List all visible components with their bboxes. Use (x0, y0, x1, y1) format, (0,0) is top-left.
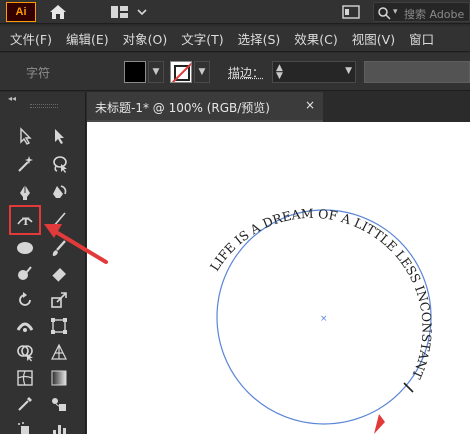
app-bar: Ai ▾ 搜索 Adobe (0, 0, 470, 24)
rotate-tool[interactable] (12, 288, 38, 312)
menu-file[interactable]: 文件(F) (10, 29, 52, 48)
pen-tool[interactable] (12, 180, 38, 204)
close-icon[interactable]: × (305, 98, 315, 112)
chevron-down-icon: ▼ (199, 67, 206, 77)
menu-select[interactable]: 选择(S) (238, 29, 281, 48)
magic-wand-tool[interactable] (12, 152, 38, 176)
rotate-icon (15, 290, 35, 310)
stepper-icon[interactable]: ▲ ▼ (276, 64, 283, 80)
chevron-down-icon[interactable]: ▼ (345, 66, 352, 76)
mesh-icon (15, 368, 35, 388)
eyedropper-icon (15, 394, 35, 414)
width-icon (15, 316, 35, 336)
arrow-outline-icon (15, 126, 35, 146)
lasso-icon (49, 154, 69, 174)
document-title: 未标题-1* @ 100% (RGB/预览) (95, 99, 270, 116)
column-graph-icon (49, 420, 69, 434)
free-transform-tool[interactable] (46, 314, 72, 338)
document-tab-bar: 未标题-1* @ 100% (RGB/预览) × (87, 92, 470, 122)
eraser-tool[interactable] (46, 262, 72, 286)
workspace-layout-button[interactable] (108, 2, 152, 22)
panel-grip[interactable] (30, 104, 58, 108)
pen-icon (15, 182, 35, 202)
symbol-sprayer-icon (15, 420, 35, 434)
artwork: LIFE IS A DREAM OF A LITTLE LESS INCONST… (87, 122, 470, 434)
symbol-sprayer-tool[interactable] (12, 418, 38, 434)
home-icon[interactable] (46, 2, 70, 22)
blend-tool[interactable] (46, 392, 72, 416)
menu-view[interactable]: 视图(V) (352, 29, 395, 48)
fill-color-swatch[interactable] (124, 61, 146, 83)
ellipse-tool[interactable] (12, 236, 38, 260)
path-text[interactable]: LIFE IS A DREAM OF A LITTLE LESS INCONST… (207, 206, 435, 382)
chevron-down-icon: ▾ (393, 7, 398, 17)
blend-icon (49, 394, 69, 414)
svg-text:T: T (22, 217, 30, 228)
eyedropper-tool[interactable] (12, 392, 38, 416)
collapse-panel-icon[interactable]: ◂◂ (8, 94, 16, 103)
menu-edit[interactable]: 编辑(E) (66, 29, 109, 48)
shaper-tool[interactable] (12, 262, 38, 286)
shaper-icon (15, 264, 35, 284)
free-transform-icon (49, 316, 69, 336)
menu-type[interactable]: 文字(T) (181, 29, 223, 48)
perspective-grid-icon (49, 342, 69, 362)
scale-icon (49, 290, 69, 310)
stroke-weight-field[interactable]: ▲ ▼ ▼ (272, 61, 356, 83)
selection-tool[interactable] (12, 124, 38, 148)
shape-builder-tool[interactable] (12, 340, 38, 364)
stroke-color-swatch[interactable] (170, 61, 192, 83)
direct-selection-tool[interactable] (46, 124, 72, 148)
search-placeholder: 搜索 Adobe (404, 6, 464, 22)
stroke-label[interactable]: 描边： (228, 64, 264, 81)
ai-logo[interactable]: Ai (6, 2, 36, 22)
menu-object[interactable]: 对象(O) (123, 29, 168, 48)
search-icon (377, 5, 391, 19)
tools-panel: ◂◂ T (0, 92, 86, 434)
paintbrush-tool[interactable] (46, 236, 72, 260)
control-bar: 字符 ▼ ▼ 描边： ▲ ▼ ▼ (0, 53, 470, 91)
line-icon (49, 210, 69, 230)
column-graph-tool[interactable] (46, 418, 72, 434)
document-tab[interactable]: 未标题-1* @ 100% (RGB/预览) × (87, 92, 323, 122)
paintbrush-icon (49, 238, 69, 258)
arrow-filled-icon (49, 126, 69, 146)
character-label[interactable]: 字符 (26, 64, 50, 81)
menu-effect[interactable]: 效果(C) (294, 29, 337, 48)
text-end-bracket[interactable] (404, 383, 413, 392)
gradient-icon (49, 368, 69, 388)
perspective-grid-tool[interactable] (46, 340, 72, 364)
eraser-icon (49, 264, 69, 284)
arrange-documents-icon[interactable] (340, 4, 362, 20)
chevron-down-icon: ▼ (153, 67, 160, 77)
magic-wand-icon (15, 154, 35, 174)
style-field[interactable] (364, 61, 470, 83)
mesh-tool[interactable] (12, 366, 38, 390)
ellipse-icon (15, 238, 35, 258)
stroke-dropdown[interactable]: ▼ (194, 61, 210, 83)
type-on-path-icon: T (15, 210, 35, 230)
menu-window[interactable]: 窗口 (409, 29, 434, 48)
menu-bar: 文件(F) 编辑(E) 对象(O) 文字(T) 选择(S) 效果(C) 视图(V… (0, 26, 470, 52)
gradient-tool[interactable] (46, 366, 72, 390)
curvature-pen-icon (49, 182, 69, 202)
annotation-arrow-bottom (374, 414, 385, 434)
lasso-tool[interactable] (46, 152, 72, 176)
curvature-tool[interactable] (46, 180, 72, 204)
shape-builder-icon (15, 342, 35, 362)
center-point-marker: × (320, 314, 328, 324)
width-tool[interactable] (12, 314, 38, 338)
fill-dropdown[interactable]: ▼ (148, 61, 164, 83)
path-type-tool[interactable]: T (10, 206, 40, 234)
scale-tool[interactable] (46, 288, 72, 312)
line-segment-tool[interactable] (46, 208, 72, 232)
search-field[interactable]: ▾ 搜索 Adobe (373, 2, 470, 22)
artboard-canvas[interactable]: LIFE IS A DREAM OF A LITTLE LESS INCONST… (87, 122, 470, 434)
